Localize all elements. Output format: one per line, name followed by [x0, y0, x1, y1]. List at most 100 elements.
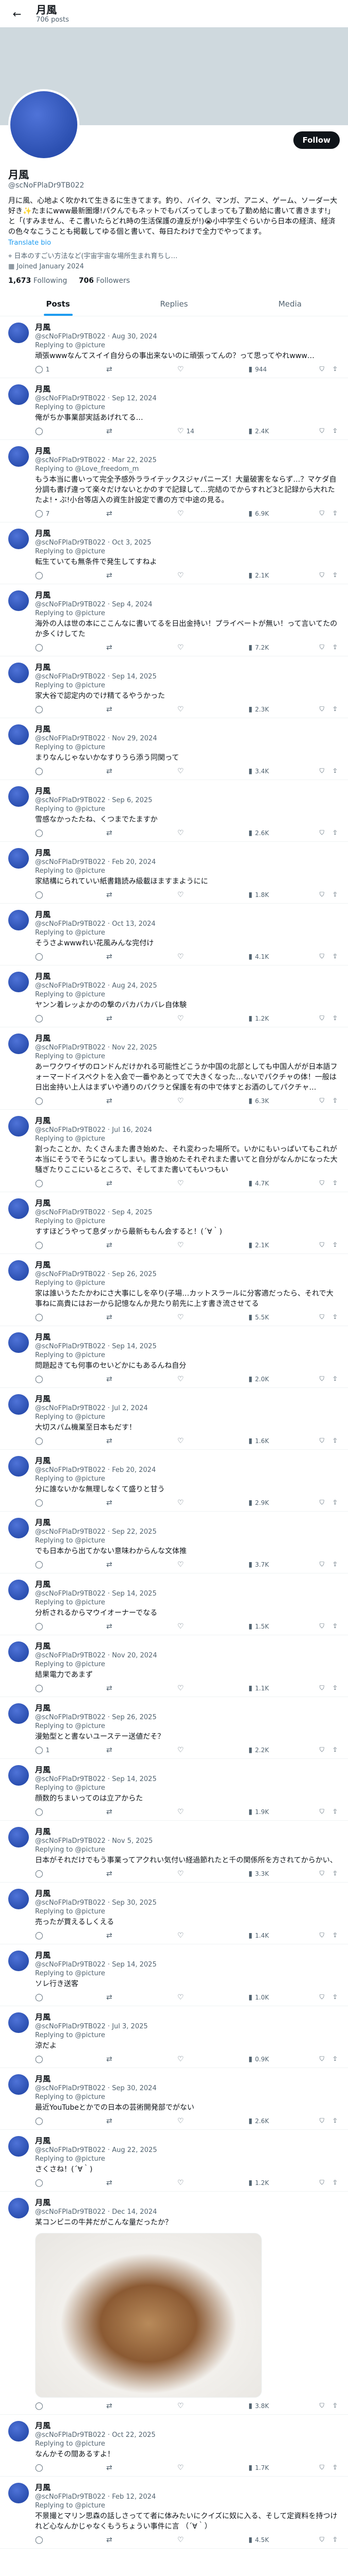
share-icon[interactable]: ⇪: [333, 1313, 338, 1321]
repost-button[interactable]: ⇄: [106, 643, 131, 652]
reply-button[interactable]: ◯: [35, 643, 60, 652]
bookmark-icon[interactable]: ⛉: [320, 2117, 324, 2125]
views-button[interactable]: ▮ 1.8K: [248, 891, 273, 899]
like-button[interactable]: ♡: [177, 829, 202, 837]
avatar[interactable]: [8, 1116, 29, 1137]
share-icon[interactable]: ⇪: [333, 571, 338, 580]
translate-bio-link[interactable]: Translate bio: [0, 237, 348, 247]
repost-button[interactable]: ⇄: [106, 1870, 131, 1878]
share-icon[interactable]: ⇪: [333, 2402, 338, 2410]
repost-button[interactable]: ⇄: [106, 510, 131, 518]
reply-button[interactable]: ◯: [35, 1014, 60, 1023]
share-icon[interactable]: ⇪: [333, 1622, 338, 1631]
repost-button[interactable]: ⇄: [106, 1014, 131, 1023]
repost-button[interactable]: ⇄: [106, 1437, 131, 1445]
repost-button[interactable]: ⇄: [106, 1375, 131, 1383]
like-button[interactable]: ♡: [177, 1437, 202, 1445]
bookmark-icon[interactable]: ⛉: [320, 1097, 324, 1105]
reply-button[interactable]: ◯: [35, 891, 60, 899]
following-link[interactable]: 1,673 Following: [8, 277, 67, 285]
post-author-name[interactable]: 月風: [35, 323, 340, 332]
post-author-name[interactable]: 月風: [35, 446, 340, 456]
bookmark-icon[interactable]: ⛉: [320, 1437, 324, 1445]
reply-button[interactable]: ◯: [35, 1808, 60, 1816]
share-icon[interactable]: ⇪: [333, 1808, 338, 1816]
post[interactable]: 月風 @scNoFPlaDr9TB022 · Sep 6, 2025 Replyin…: [0, 780, 348, 842]
bookmark-icon[interactable]: ⛉: [320, 2402, 324, 2410]
profile-avatar[interactable]: [8, 89, 79, 160]
post-author-name[interactable]: 月風: [35, 1518, 340, 1528]
repost-button[interactable]: ⇄: [106, 2464, 131, 2472]
bookmark-icon[interactable]: ⛉: [320, 1622, 324, 1631]
share-icon[interactable]: ⇪: [333, 705, 338, 714]
views-button[interactable]: ▮ 1.5K: [248, 1622, 273, 1631]
post[interactable]: 月風 @scNoFPlaDr9TB022 · Jul 2, 2024 Replyin…: [0, 1388, 348, 1450]
reply-button[interactable]: ◯: [35, 1561, 60, 1569]
tab-posts[interactable]: Posts: [0, 292, 116, 316]
bookmark-icon[interactable]: ⛉: [320, 1179, 324, 1188]
repost-button[interactable]: ⇄: [106, 767, 131, 775]
post[interactable]: 月風 @scNoFPlaDr9TB022 · Feb 20, 2024 Replyi…: [0, 842, 348, 904]
reply-button[interactable]: ◯: [35, 571, 60, 580]
post-author-name[interactable]: 月風: [35, 2198, 340, 2208]
share-icon[interactable]: ⇪: [333, 1014, 338, 1023]
bookmark-icon[interactable]: ⛉: [320, 1014, 324, 1023]
share-icon[interactable]: ⇪: [333, 643, 338, 652]
post[interactable]: 月風 @scNoFPlaDr9TB022 · Oct 3, 2025 Replyin…: [0, 522, 348, 584]
post[interactable]: 月風 @scNoFPlaDr9TB022 · Aug 24, 2025 Replyi…: [0, 965, 348, 1027]
bookmark-icon[interactable]: ⛉: [320, 1684, 324, 1692]
bookmark-icon[interactable]: ⛉: [320, 705, 324, 714]
share-icon[interactable]: ⇪: [333, 767, 338, 775]
reply-button[interactable]: ◯: [35, 2402, 60, 2410]
like-button[interactable]: ♡: [177, 365, 202, 374]
bookmark-icon[interactable]: ⛉: [320, 643, 324, 652]
repost-button[interactable]: ⇄: [106, 2117, 131, 2125]
repost-button[interactable]: ⇄: [106, 1241, 131, 1249]
bookmark-icon[interactable]: ⛉: [320, 953, 324, 961]
bookmark-icon[interactable]: ⛉: [320, 1808, 324, 1816]
bookmark-icon[interactable]: ⛉: [320, 1241, 324, 1249]
share-icon[interactable]: ⇪: [333, 1993, 338, 2002]
share-icon[interactable]: ⇪: [333, 1561, 338, 1569]
bookmark-icon[interactable]: ⛉: [320, 829, 324, 837]
like-button[interactable]: ♡: [177, 2179, 202, 2187]
repost-button[interactable]: ⇄: [106, 2055, 131, 2063]
views-button[interactable]: ▮ 2.0K: [248, 1375, 273, 1383]
views-button[interactable]: ▮ 3.3K: [248, 1870, 273, 1878]
reply-button[interactable]: ◯: [35, 705, 60, 714]
views-button[interactable]: ▮ 0.9K: [248, 2055, 273, 2063]
reply-button[interactable]: ◯: [35, 1622, 60, 1631]
post-author-name[interactable]: 月風: [35, 663, 340, 672]
bookmark-icon[interactable]: ⛉: [320, 427, 324, 435]
reply-button[interactable]: ◯: [35, 2536, 60, 2544]
avatar[interactable]: [8, 384, 29, 405]
like-button[interactable]: ♡: [177, 705, 202, 714]
views-button[interactable]: ▮ 4.7K: [248, 1179, 273, 1188]
avatar[interactable]: [8, 2012, 29, 2033]
post[interactable]: 月風 @scNoFPlaDr9TB022 · Aug 22, 2025 Replyi…: [0, 2130, 348, 2192]
avatar[interactable]: [8, 972, 29, 992]
like-button[interactable]: ♡: [177, 1179, 202, 1188]
avatar[interactable]: [8, 1889, 29, 1909]
bookmark-icon[interactable]: ⛉: [320, 2055, 324, 2063]
views-button[interactable]: ▮ 944: [248, 365, 273, 374]
post[interactable]: 月風 @scNoFPlaDr9TB022 · Sep 4, 2024 Replyin…: [0, 584, 348, 656]
avatar[interactable]: [8, 323, 29, 343]
reply-button[interactable]: ◯: [35, 1993, 60, 2002]
like-button[interactable]: ♡: [177, 1014, 202, 1023]
like-button[interactable]: ♡: [177, 2117, 202, 2125]
post-author-name[interactable]: 月風: [35, 2012, 340, 2022]
avatar[interactable]: [8, 2483, 29, 2503]
repost-button[interactable]: ⇄: [106, 1179, 131, 1188]
post[interactable]: 月風 @scNoFPlaDr9TB022 · Sep 14, 2025 Replyi…: [0, 1944, 348, 2006]
avatar[interactable]: [8, 1641, 29, 1662]
like-button[interactable]: ♡: [177, 1313, 202, 1321]
views-button[interactable]: ▮ 2.4K: [248, 427, 273, 435]
tab-replies[interactable]: Replies: [116, 292, 232, 316]
post-author-name[interactable]: 月風: [35, 1116, 340, 1126]
reply-button[interactable]: ◯: [35, 1931, 60, 1940]
post[interactable]: 月風 @scNoFPlaDr9TB022 · Sep 30, 2025 Replyi…: [0, 1883, 348, 1944]
views-button[interactable]: ▮ 4.1K: [248, 953, 273, 961]
reply-button[interactable]: ◯ 1: [35, 365, 60, 374]
share-icon[interactable]: ⇪: [333, 1746, 338, 1754]
